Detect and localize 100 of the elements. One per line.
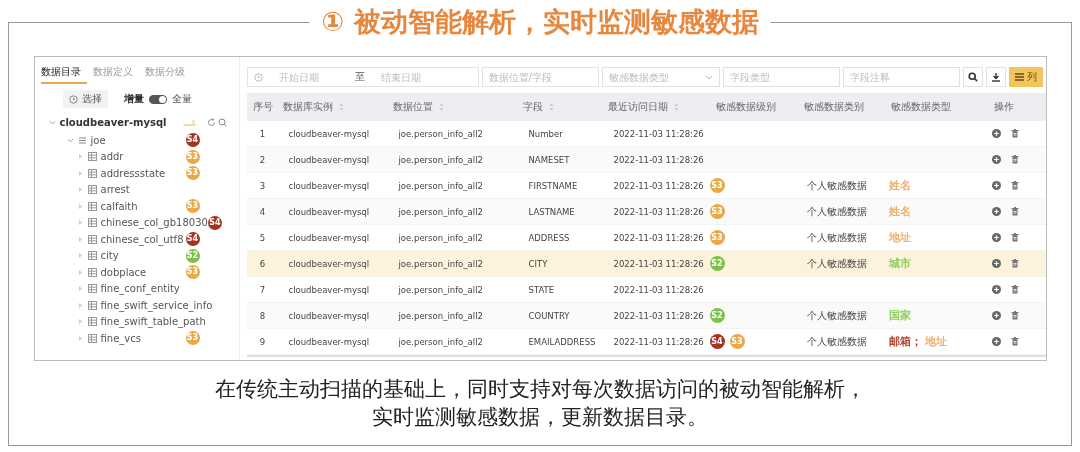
table-cell: 个人敏感数据 bbox=[806, 204, 867, 219]
delete-button[interactable] bbox=[1010, 233, 1019, 242]
tree-item[interactable]: chinese_col_gb18030 bbox=[100, 217, 208, 229]
table-cell: joe.person_info_all2 bbox=[398, 128, 483, 139]
table-cell: STATE bbox=[528, 284, 555, 295]
table-cell: joe.person_info_all2 bbox=[398, 232, 483, 243]
tree-item[interactable]: cloudbeaver-mysql bbox=[59, 116, 167, 128]
download-icon bbox=[990, 72, 1001, 82]
table-row[interactable]: 8 cloudbeaver-mysql joe.person_info_all2 COUNTRY 2022-11-03 11:28:26 S2 个人敏感数据 国家 bbox=[246, 303, 1046, 329]
type-tag: 姓名 bbox=[888, 178, 911, 193]
column-header: 序号 bbox=[252, 100, 273, 114]
table-cell: 5 bbox=[259, 232, 266, 243]
search-icon bbox=[967, 72, 978, 82]
delete-button[interactable] bbox=[1010, 129, 1019, 138]
type-tag: 城市 bbox=[888, 256, 911, 271]
column-header: 敏感数据级别 bbox=[716, 100, 776, 114]
caption-text: 在传统主动扫描的基础上，同时支持对每次数据访问的被动智能解析， bbox=[214, 376, 866, 403]
table-row[interactable]: 2 cloudbeaver-mysql joe.person_info_all2 NAMESET 2022-11-03 11:28:26 bbox=[246, 147, 1046, 173]
level-badge: S3 bbox=[709, 178, 725, 193]
delete-button[interactable] bbox=[1010, 155, 1019, 164]
trash-icon bbox=[1010, 259, 1019, 268]
tree-item[interactable]: dobplace bbox=[100, 266, 186, 278]
input-field[interactable]: 字段注释 bbox=[842, 67, 960, 87]
table-cell: joe.person_info_all2 bbox=[398, 258, 483, 269]
table-cell: 8 bbox=[259, 310, 266, 321]
chevron-down-icon bbox=[704, 74, 713, 80]
download-button[interactable] bbox=[985, 67, 1006, 87]
type-tag: 地址 bbox=[888, 230, 911, 245]
table-row[interactable]: 6 cloudbeaver-mysql joe.person_info_all2 CITY 2022-11-03 11:28:26 S2 个人敏感数据 城市 bbox=[246, 251, 1046, 277]
tree-item[interactable]: arrest bbox=[100, 184, 233, 196]
trash-icon bbox=[1010, 181, 1019, 190]
table-cell: 6 bbox=[259, 258, 266, 269]
trash-icon bbox=[1010, 155, 1019, 164]
add-button[interactable] bbox=[991, 129, 1001, 138]
trash-icon bbox=[1010, 233, 1019, 242]
table-cell: 2022-11-03 11:28:26 bbox=[613, 284, 704, 295]
search-button[interactable] bbox=[962, 67, 983, 87]
table-cell: 个人敏感数据 bbox=[806, 178, 867, 193]
tree-item[interactable]: city bbox=[100, 250, 186, 262]
table-cell: ADDRESS bbox=[528, 232, 570, 243]
delete-button[interactable] bbox=[1010, 207, 1019, 216]
tree-item[interactable]: fine_conf_entity bbox=[100, 283, 233, 295]
table-cell: cloudbeaver-mysql bbox=[288, 180, 370, 191]
table-cell: cloudbeaver-mysql bbox=[288, 206, 370, 217]
delete-button[interactable] bbox=[1010, 311, 1019, 320]
tree-item[interactable]: fine_swift_table_path bbox=[100, 316, 233, 328]
delete-button[interactable] bbox=[1010, 337, 1019, 346]
sidebar-tab[interactable]: 数据目录 bbox=[40, 65, 87, 84]
plus-circle-icon bbox=[991, 207, 1001, 216]
table-icon bbox=[87, 201, 97, 211]
tree-item[interactable]: joe bbox=[90, 134, 186, 146]
tree-item[interactable]: fine_vcs bbox=[100, 332, 186, 344]
level-badge: S3 bbox=[185, 149, 200, 164]
level-badge: S3 bbox=[185, 265, 200, 280]
add-button[interactable] bbox=[991, 311, 1001, 320]
level-badge: S3 bbox=[185, 199, 200, 214]
table-cell: 个人敏感数据 bbox=[806, 334, 867, 349]
select-button[interactable]: 选择 bbox=[62, 90, 108, 108]
table-cell: NAMESET bbox=[528, 154, 570, 165]
table-cell: cloudbeaver-mysql bbox=[288, 154, 370, 165]
column-header: 敏感数据类型 bbox=[891, 100, 951, 114]
column-header: 操作 bbox=[993, 100, 1014, 114]
level-badge: S4 bbox=[185, 232, 200, 247]
tree-item[interactable]: fine_swift_service_info bbox=[100, 299, 233, 311]
delete-button[interactable] bbox=[1010, 259, 1019, 268]
table-cell: CITY bbox=[528, 258, 548, 269]
add-button[interactable] bbox=[991, 181, 1001, 190]
add-button[interactable] bbox=[991, 233, 1001, 242]
add-button[interactable] bbox=[991, 259, 1001, 268]
table-row[interactable]: 4 cloudbeaver-mysql joe.person_info_all2 LASTNAME 2022-11-03 11:28:26 S3 个人敏感数据 姓名 bbox=[246, 199, 1046, 225]
plus-circle-icon bbox=[991, 311, 1001, 320]
tree-item[interactable]: calfaith bbox=[100, 200, 186, 212]
add-button[interactable] bbox=[991, 155, 1001, 164]
table-icon bbox=[87, 300, 97, 310]
table-row[interactable]: 9 cloudbeaver-mysql joe.person_info_all2 EMAILADDRESS 2022-11-03 11:28:26 S4 S3 个人敏感数据 邮箱； 地址 bbox=[246, 329, 1046, 355]
delete-button[interactable] bbox=[1010, 181, 1019, 190]
columns-button[interactable]: 列 bbox=[1008, 67, 1043, 87]
level-badge: S3 bbox=[729, 334, 745, 349]
level-badge: S3 bbox=[185, 331, 200, 346]
tree-item[interactable]: addressstate bbox=[100, 167, 186, 179]
add-button[interactable] bbox=[991, 337, 1001, 346]
tree-item[interactable]: chinese_col_utf8 bbox=[100, 233, 186, 245]
trash-icon bbox=[1010, 311, 1019, 320]
caption-text: 实时监测敏感数据，更新数据目录。 bbox=[372, 404, 708, 431]
trash-icon bbox=[1010, 285, 1019, 294]
table-icon bbox=[87, 185, 97, 195]
delete-button[interactable] bbox=[1010, 285, 1019, 294]
add-button[interactable] bbox=[991, 207, 1001, 216]
table-cell: 2022-11-03 11:28:26 bbox=[613, 154, 704, 165]
level-badge: S4 bbox=[709, 334, 725, 349]
plus-circle-icon bbox=[991, 259, 1001, 268]
table-icon bbox=[87, 284, 97, 294]
refresh-icon bbox=[206, 117, 216, 127]
search-icon bbox=[217, 117, 227, 127]
mode-toggle[interactable] bbox=[148, 94, 167, 104]
add-button[interactable] bbox=[991, 285, 1001, 294]
level-badge: S3 bbox=[185, 166, 200, 181]
tree-item[interactable]: addr bbox=[100, 151, 186, 163]
database-icon bbox=[77, 135, 87, 145]
range-separator: 至 bbox=[354, 70, 365, 84]
